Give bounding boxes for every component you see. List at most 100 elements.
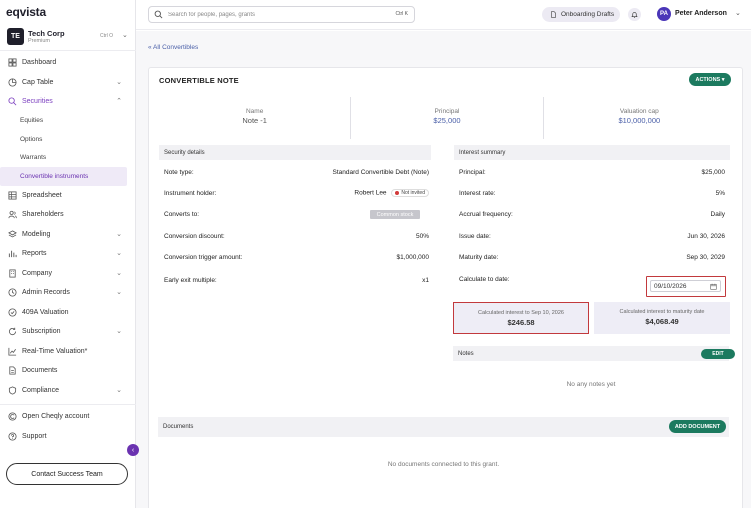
sidebar-item-real-time-valuation[interactable]: Real-Time Valuation* bbox=[0, 342, 136, 362]
sidebar-item-open-cheqly-account[interactable]: Open Cheqly account bbox=[0, 407, 136, 427]
chevron-down-icon: ⌄ bbox=[116, 78, 122, 86]
calculate-date-field[interactable]: 09/10/2026 bbox=[646, 276, 726, 297]
actions-button[interactable]: ACTIONS ▾ bbox=[689, 73, 731, 86]
detail-label: Converts to: bbox=[164, 211, 200, 218]
summary-strip: Name Note -1 Principal $25,000 Valuation… bbox=[159, 97, 735, 139]
user-name[interactable]: Peter Anderson bbox=[675, 10, 727, 17]
notifications-button[interactable] bbox=[628, 8, 641, 21]
sidebar-item-shareholders[interactable]: Shareholders bbox=[0, 205, 136, 225]
interest-to-maturity-box: Calculated interest to maturity date $4,… bbox=[594, 302, 730, 334]
records-icon bbox=[8, 288, 17, 297]
sidebar-item-409a-valuation[interactable]: 409A Valuation bbox=[0, 303, 136, 323]
sidebar-item-label: Spreadsheet bbox=[22, 191, 62, 199]
interest-value: Daily bbox=[710, 211, 725, 218]
sidebar-item-label: Documents bbox=[22, 367, 58, 375]
interest-label: Accrual frequency: bbox=[459, 211, 513, 218]
summary-label: Valuation cap bbox=[619, 108, 659, 115]
eqvista-logo[interactable]: eqvista bbox=[6, 5, 46, 19]
interest-to-date-value: $246.58 bbox=[507, 318, 535, 327]
sidebar-item-spreadsheet[interactable]: Spreadsheet bbox=[0, 186, 136, 206]
interest-label: Maturity date: bbox=[459, 254, 499, 261]
sidebar-item-reports[interactable]: Reports ⌄ bbox=[0, 244, 136, 264]
all-convertibles-link[interactable]: « All Convertibles bbox=[148, 44, 198, 51]
sidebar-item-cap-table[interactable]: Cap Table ⌄ bbox=[0, 73, 136, 93]
chevron-down-icon: ⌄ bbox=[116, 328, 122, 335]
detail-value: x1 bbox=[422, 277, 429, 284]
calculate-to-date-label: Calculate to date: bbox=[459, 276, 510, 283]
detail-value: Standard Convertible Debt (Note) bbox=[332, 169, 429, 176]
calendar-icon[interactable] bbox=[710, 283, 717, 290]
sidebar-item-label: Securities bbox=[22, 98, 53, 106]
documents-empty-text: No documents connected to this grant. bbox=[387, 461, 500, 468]
interest-value: 5% bbox=[715, 190, 725, 197]
grid-icon bbox=[8, 191, 17, 200]
summary-value: $25,000 bbox=[433, 116, 461, 125]
interest-label: Interest rate: bbox=[459, 190, 496, 197]
summary-value: Note -1 bbox=[242, 116, 267, 125]
sidebar-item-documents[interactable]: Documents bbox=[0, 361, 136, 381]
documents-header: Documents bbox=[158, 417, 729, 437]
sidebar-item-label: Modeling bbox=[22, 230, 51, 238]
sidebar-item-compliance[interactable]: Compliance ⌄ bbox=[0, 381, 136, 401]
document-icon bbox=[8, 366, 17, 375]
calculate-date-input[interactable]: 09/10/2026 bbox=[650, 280, 721, 292]
sidebar-subitem-equities[interactable]: Equities bbox=[0, 112, 136, 131]
user-avatar[interactable]: PA bbox=[657, 7, 671, 21]
converts-to-tag: Common stock bbox=[370, 210, 420, 219]
interest-value: $25,000 bbox=[701, 169, 726, 176]
divider bbox=[0, 50, 136, 51]
sidebar-subitem-options[interactable]: Options bbox=[0, 130, 136, 149]
sidebar-subitem-convertible-instruments[interactable]: Convertible instruments bbox=[0, 167, 127, 186]
help-icon bbox=[8, 432, 17, 441]
chevron-down-icon: ⌄ bbox=[122, 32, 128, 39]
sidebar-item-securities[interactable]: Securities ⌃ bbox=[0, 92, 136, 112]
interest-label: Principal: bbox=[459, 169, 486, 176]
sidebar-item-label: Cap Table bbox=[22, 78, 54, 86]
summary-value: $10,000,000 bbox=[618, 116, 661, 125]
trend-icon bbox=[8, 347, 17, 356]
company-plan: Premium bbox=[28, 38, 51, 44]
summary-label: Name bbox=[245, 108, 264, 115]
onboarding-drafts-button[interactable]: Onboarding Drafts bbox=[542, 7, 620, 22]
edit-notes-button[interactable]: EDIT bbox=[701, 349, 735, 359]
company-switcher[interactable]: TE Tech Corp Premium Ctrl O ⌄ bbox=[5, 27, 130, 47]
detail-label: Note type: bbox=[164, 169, 194, 176]
sidebar-item-company[interactable]: Company ⌄ bbox=[0, 264, 136, 284]
sidebar-item-admin-records[interactable]: Admin Records ⌄ bbox=[0, 283, 136, 303]
company-shortcut: Ctrl O bbox=[100, 33, 114, 39]
bell-icon bbox=[631, 12, 638, 18]
page-title: CONVERTIBLE NOTE bbox=[159, 76, 239, 85]
detail-label: Conversion trigger amount: bbox=[164, 254, 243, 261]
reports-icon bbox=[8, 249, 17, 258]
securities-icon bbox=[8, 97, 17, 106]
detail-value: $1,000,000 bbox=[396, 254, 429, 261]
sidebar-item-label: 409A Valuation bbox=[22, 308, 69, 316]
sidebar-item-label: Open Cheqly account bbox=[22, 413, 90, 421]
search-input[interactable] bbox=[168, 11, 378, 18]
sidebar-item-subscription[interactable]: Subscription ⌄ bbox=[0, 322, 136, 342]
search-box[interactable]: Ctrl K bbox=[148, 6, 415, 23]
sidebar-subitem-warrants[interactable]: Warrants bbox=[0, 149, 136, 168]
chevron-down-icon[interactable]: ⌄ bbox=[735, 9, 741, 17]
contact-success-team-button[interactable]: Contact Success Team bbox=[6, 463, 128, 485]
summary-valuation-cap: Valuation cap $10,000,000 bbox=[544, 97, 735, 139]
sidebar-item-label: Support bbox=[22, 432, 47, 440]
sidebar-item-label: Reports bbox=[22, 250, 47, 258]
collapse-sidebar-button[interactable]: ‹ bbox=[127, 444, 139, 456]
status-dot bbox=[395, 191, 400, 195]
sidebar-item-modeling[interactable]: Modeling ⌄ bbox=[0, 225, 136, 245]
main-content: « All Convertibles CONVERTIBLE NOTE ACTI… bbox=[136, 31, 751, 508]
top-bar: Ctrl K Onboarding Drafts PA Peter Anders… bbox=[136, 0, 751, 30]
layers-icon bbox=[8, 230, 17, 239]
add-document-button[interactable]: ADD DOCUMENT bbox=[669, 420, 726, 433]
holder-name[interactable]: Robert Lee bbox=[354, 190, 386, 197]
onboarding-drafts-label: Onboarding Drafts bbox=[561, 11, 615, 18]
pie-chart-icon bbox=[8, 78, 17, 87]
sidebar-item-label: Compliance bbox=[22, 386, 59, 394]
sidebar-item-support[interactable]: Support bbox=[0, 427, 136, 447]
status-badge-label: Not invited bbox=[401, 190, 425, 196]
chevron-down-icon: ⌄ bbox=[116, 289, 122, 296]
interest-label: Issue date: bbox=[459, 233, 491, 240]
sidebar-item-dashboard[interactable]: Dashboard bbox=[0, 53, 136, 73]
detail-label: Conversion discount: bbox=[164, 233, 225, 240]
